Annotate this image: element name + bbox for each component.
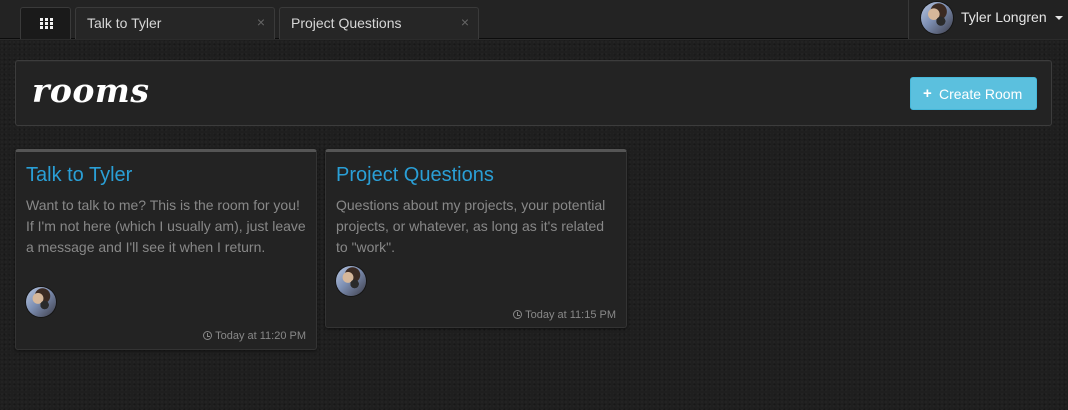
room-card: Project Questions Questions about my pro… [325, 149, 627, 328]
timestamp-text: Today at 11:20 PM [215, 330, 306, 342]
avatar [921, 2, 953, 34]
user-menu[interactable]: Tyler Longren [908, 0, 1068, 39]
room-description: Questions about my projects, your potent… [336, 197, 606, 255]
tab-home[interactable] [20, 7, 71, 39]
tab-project-questions[interactable]: Project Questions × [279, 7, 479, 39]
close-icon[interactable]: × [461, 14, 469, 30]
user-name: Tyler Longren [961, 9, 1047, 25]
create-room-label: Create Room [939, 86, 1023, 102]
close-icon[interactable]: × [257, 14, 265, 30]
avatar [26, 287, 56, 317]
create-room-button[interactable]: + Create Room [910, 77, 1037, 110]
avatar [336, 266, 366, 296]
room-timestamp: Today at 11:20 PM [203, 330, 306, 342]
clock-icon [203, 331, 213, 340]
room-title-link[interactable]: Talk to Tyler [26, 164, 132, 187]
rooms-header-panel: rooms + Create Room [15, 60, 1052, 126]
room-title-link[interactable]: Project Questions [336, 164, 494, 187]
clock-icon [513, 310, 523, 319]
tab-talk-to-tyler[interactable]: Talk to Tyler × [75, 7, 275, 39]
timestamp-text: Today at 11:15 PM [525, 309, 616, 321]
room-timestamp: Today at 11:15 PM [513, 309, 616, 321]
plus-icon: + [923, 85, 932, 102]
room-description: Want to talk to me? This is the room for… [26, 197, 306, 255]
top-navbar: Talk to Tyler × Project Questions × Tyle… [0, 0, 1068, 39]
tab-label: Talk to Tyler [87, 15, 162, 31]
grid-icon [40, 18, 53, 29]
page-title: rooms [32, 71, 150, 110]
tab-label: Project Questions [291, 15, 402, 31]
chevron-down-icon [1055, 16, 1063, 20]
room-card: Talk to Tyler Want to talk to me? This i… [15, 149, 317, 350]
